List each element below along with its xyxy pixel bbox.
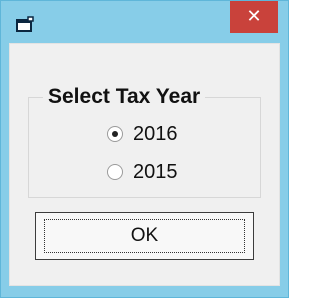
title-bar[interactable]: ✕ <box>1 1 288 43</box>
radio-label-2015: 2015 <box>133 161 178 183</box>
ok-label: OK <box>130 225 159 246</box>
tax-year-dialog-window: ✕ Select Tax Year 2016 2015 OK <box>0 0 289 298</box>
radio-label-2016: 2016 <box>133 123 178 145</box>
close-icon: ✕ <box>246 6 262 27</box>
app-window-icon <box>15 15 35 35</box>
radio-button-unchecked[interactable] <box>107 164 123 180</box>
group-title: Select Tax Year <box>43 85 206 109</box>
close-button[interactable]: ✕ <box>230 1 278 33</box>
ok-button[interactable]: OK <box>35 212 254 260</box>
radio-option-2015[interactable]: 2015 <box>107 159 178 185</box>
radio-button-checked[interactable] <box>107 126 123 142</box>
radio-option-2016[interactable]: 2016 <box>107 121 178 147</box>
